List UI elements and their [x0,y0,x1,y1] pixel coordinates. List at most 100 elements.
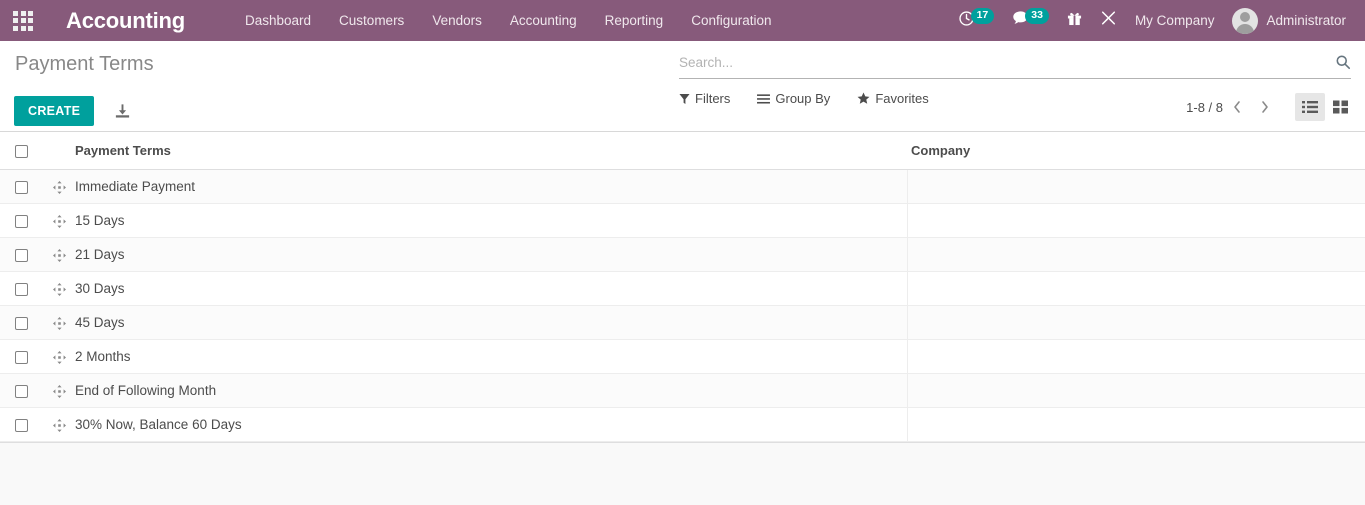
list-lines-icon [757,93,770,105]
row-handle-cell [43,340,75,374]
menu-item-dashboard[interactable]: Dashboard [231,0,325,41]
table-row[interactable]: Immediate Payment [0,170,1365,204]
messages-menu-button[interactable]: 33 [1003,0,1058,41]
row-select-cell [0,408,43,442]
apps-menu-button[interactable] [0,0,46,41]
row-company-cell [907,204,1365,238]
row-company-cell [907,238,1365,272]
row-checkbox[interactable] [15,419,28,432]
row-name-cell: Immediate Payment [75,170,907,204]
row-checkbox[interactable] [15,181,28,194]
row-name-cell: 30% Now, Balance 60 Days [75,408,907,442]
row-name-cell: 21 Days [75,238,907,272]
control-panel-buttons: CREATE [14,96,131,126]
row-company-cell [907,408,1365,442]
row-checkbox[interactable] [15,215,28,228]
list-view-icon [1302,100,1318,114]
drag-handle-icon[interactable] [53,351,66,364]
pager-value[interactable]: 1-8 / 8 [1186,100,1223,115]
drag-handle-icon[interactable] [53,215,66,228]
favorites-dropdown[interactable]: Favorites [857,91,928,106]
row-name-cell: 30 Days [75,272,907,306]
select-all-checkbox[interactable] [15,145,28,158]
drag-handle-icon[interactable] [53,385,66,398]
table-row[interactable]: 30 Days [0,272,1365,306]
group-by-dropdown[interactable]: Group By [757,91,830,106]
menu-item-configuration[interactable]: Configuration [677,0,785,41]
wrench-icon [1100,10,1117,31]
control-panel: Payment Terms CREATE F [0,41,1365,132]
activities-count-badge: 17 [971,8,995,24]
import-icon[interactable] [114,103,131,120]
pager-and-views: 1-8 / 8 [1186,93,1355,121]
drag-handle-icon[interactable] [53,419,66,432]
drag-handle-icon[interactable] [53,283,66,296]
column-header-company[interactable]: Company [907,132,1365,170]
user-menu-button[interactable]: Administrator [1223,0,1355,41]
chevron-left-icon [1231,100,1243,114]
table-row[interactable]: 15 Days [0,204,1365,238]
row-company-cell [907,340,1365,374]
drag-handle-icon[interactable] [53,249,66,262]
table-row[interactable]: 2 Months [0,340,1365,374]
funnel-icon [679,93,690,105]
column-header-payment-terms[interactable]: Payment Terms [75,132,907,170]
top-navbar: Accounting Dashboard Customers Vendors A… [0,0,1365,41]
filters-dropdown[interactable]: Filters [679,91,730,106]
select-all-header [0,132,43,170]
handle-header [43,132,75,170]
developer-tools-button[interactable] [1091,0,1126,41]
row-select-cell [0,306,43,340]
row-handle-cell [43,204,75,238]
chevron-right-icon [1259,100,1271,114]
menu-item-reporting[interactable]: Reporting [591,0,678,41]
pager-previous-button[interactable] [1223,93,1251,121]
create-button[interactable]: CREATE [14,96,94,126]
table-row[interactable]: 30% Now, Balance 60 Days [0,408,1365,442]
avatar [1232,8,1258,34]
app-brand-title[interactable]: Accounting [66,8,185,34]
row-select-cell [0,340,43,374]
payment-terms-table: Payment Terms Company Immedia [0,132,1365,442]
drag-handle-icon[interactable] [53,181,66,194]
row-company-cell [907,272,1365,306]
search-bar[interactable] [679,51,1351,79]
row-select-cell [0,170,43,204]
systray: 17 33 [949,0,1365,41]
table-header-row: Payment Terms Company [0,132,1365,170]
row-select-cell [0,204,43,238]
table-body: Immediate Payment 15 Days [0,170,1365,442]
row-handle-cell [43,170,75,204]
row-checkbox[interactable] [15,385,28,398]
gift-menu-button[interactable] [1058,0,1091,41]
company-switcher[interactable]: My Company [1126,0,1224,41]
row-handle-cell [43,238,75,272]
row-select-cell [0,374,43,408]
table-head: Payment Terms Company [0,132,1365,170]
row-checkbox[interactable] [15,249,28,262]
menu-item-customers[interactable]: Customers [325,0,418,41]
gift-icon [1067,10,1082,31]
table-row[interactable]: End of Following Month [0,374,1365,408]
menu-item-vendors[interactable]: Vendors [418,0,496,41]
activities-menu-button[interactable]: 17 [949,0,1004,41]
row-company-cell [907,170,1365,204]
drag-handle-icon[interactable] [53,317,66,330]
search-icon[interactable] [1335,54,1351,70]
row-select-cell [0,272,43,306]
pager-next-button[interactable] [1251,93,1279,121]
kanban-view-icon [1333,100,1348,114]
search-input[interactable] [679,55,1335,70]
star-icon [857,92,870,105]
table-row[interactable]: 45 Days [0,306,1365,340]
column-header-company-label: Company [907,143,970,158]
row-checkbox[interactable] [15,283,28,296]
row-checkbox[interactable] [15,317,28,330]
user-name: Administrator [1266,13,1346,28]
menu-item-accounting[interactable]: Accounting [496,0,591,41]
list-view-button[interactable] [1295,93,1325,121]
row-name-cell: 45 Days [75,306,907,340]
row-checkbox[interactable] [15,351,28,364]
table-row[interactable]: 21 Days [0,238,1365,272]
kanban-view-button[interactable] [1325,93,1355,121]
